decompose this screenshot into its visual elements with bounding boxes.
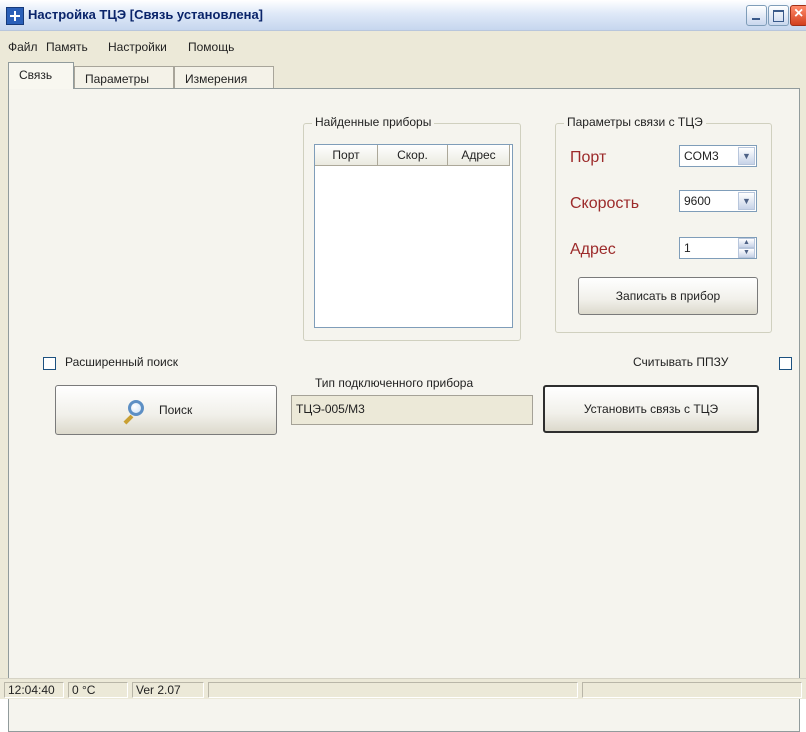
address-label: Адрес [570, 241, 616, 258]
menu-settings[interactable]: Настройки [104, 38, 171, 56]
menu-memory[interactable]: Память [42, 38, 92, 56]
port-label: Порт [570, 149, 607, 166]
connection-params-group: Параметры связи с ТЦЭ Порт COM3 ▼ Скорос… [555, 115, 772, 333]
column-address[interactable]: Адрес [448, 145, 510, 166]
found-devices-group: Найденные приборы Порт Скор. Адрес [303, 115, 521, 341]
column-port[interactable]: Порт [315, 145, 378, 166]
read-ppzu-label: Считывать ППЗУ [633, 355, 729, 369]
app-icon [6, 7, 24, 25]
column-speed[interactable]: Скор. [378, 145, 448, 166]
search-button-label: Поиск [159, 403, 193, 417]
device-type-label: Тип подключенного прибора [315, 376, 474, 390]
app-window: Настройка ТЦЭ [Связь установлена] Файл П… [0, 0, 806, 732]
found-devices-title: Найденные приборы [312, 115, 435, 129]
connect-button[interactable]: Установить связь с ТЦЭ [543, 385, 759, 433]
minimize-button[interactable] [746, 5, 767, 26]
magnifier-icon [122, 400, 146, 425]
device-type-field: ТЦЭ-005/М3 [291, 395, 533, 425]
extended-search-checkbox[interactable] [43, 357, 56, 370]
status-empty-panel [208, 682, 578, 698]
maximize-button[interactable] [768, 5, 789, 26]
speed-value: 9600 [684, 194, 711, 208]
tab-parameters[interactable]: Параметры [74, 66, 174, 88]
tab-connection[interactable]: Связь [8, 62, 74, 89]
list-header: Порт Скор. Адрес [315, 145, 512, 167]
speed-label: Скорость [570, 195, 640, 212]
menu-file[interactable]: Файл [4, 38, 42, 56]
search-button[interactable]: Поиск [55, 385, 277, 435]
read-ppzu-checkbox[interactable] [779, 357, 792, 370]
address-value: 1 [684, 241, 691, 255]
status-version: Ver 2.07 [132, 682, 204, 698]
spin-up-icon[interactable]: ▲ [738, 238, 755, 248]
port-value: COM3 [684, 149, 719, 163]
window-title: Настройка ТЦЭ [Связь установлена] [28, 7, 263, 22]
spin-down-icon[interactable]: ▼ [738, 248, 755, 258]
menu-help[interactable]: Помощь [184, 38, 238, 56]
status-bar: 12:04:40 0 °C Ver 2.07 [0, 678, 806, 699]
found-devices-list[interactable]: Порт Скор. Адрес [314, 144, 513, 328]
connection-tab-panel: Найденные приборы Порт Скор. Адрес Парам… [8, 88, 800, 732]
tab-measurements[interactable]: Измерения [174, 66, 274, 88]
close-button[interactable] [790, 5, 806, 26]
title-bar[interactable]: Настройка ТЦЭ [Связь установлена] [0, 0, 806, 31]
write-to-device-button[interactable]: Записать в прибор [578, 277, 758, 315]
chevron-down-icon[interactable]: ▼ [738, 192, 755, 210]
address-spinner[interactable]: 1 ▲ ▼ [679, 237, 757, 259]
status-empty-panel [582, 682, 802, 698]
speed-select[interactable]: 9600 ▼ [679, 190, 757, 212]
chevron-down-icon[interactable]: ▼ [738, 147, 755, 165]
connection-params-title: Параметры связи с ТЦЭ [564, 115, 706, 129]
extended-search-label: Расширенный поиск [65, 355, 178, 369]
status-time: 12:04:40 [4, 682, 64, 698]
port-select[interactable]: COM3 ▼ [679, 145, 757, 167]
status-temperature: 0 °C [68, 682, 128, 698]
